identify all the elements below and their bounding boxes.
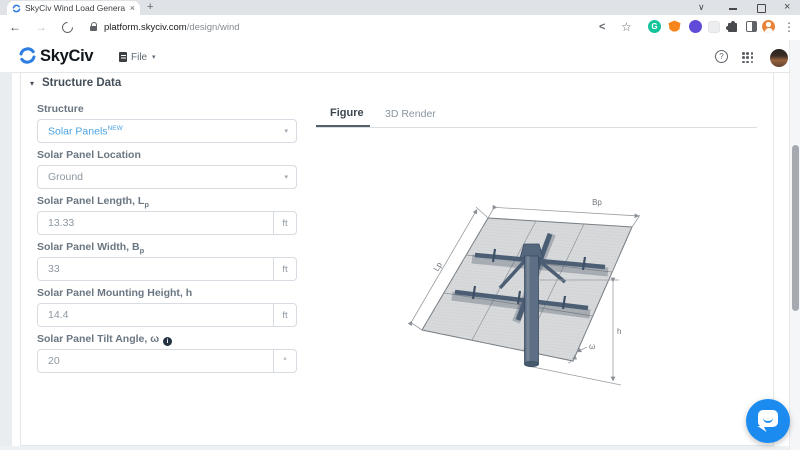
bookmark-star-icon[interactable]: ☆ xyxy=(621,21,632,34)
section-collapse-icon[interactable]: ▾ xyxy=(30,79,34,88)
length-input-group: ft xyxy=(37,211,297,235)
logo-text[interactable]: SkyCiv xyxy=(40,47,94,66)
browser-tab[interactable]: SkyCiv Wind Load Genera × xyxy=(7,1,140,15)
apps-grid-icon[interactable] xyxy=(742,52,754,64)
browser-profile-avatar[interactable] xyxy=(762,20,775,33)
length-input[interactable] xyxy=(38,212,273,234)
url-host: platform.skyciv.com xyxy=(104,22,187,33)
width-input[interactable] xyxy=(38,258,273,280)
window-close-icon[interactable]: × xyxy=(784,1,790,14)
tab-figure[interactable]: Figure xyxy=(330,107,364,119)
location-select-value: Ground xyxy=(48,171,84,183)
forward-icon[interactable]: → xyxy=(35,20,47,34)
window-restore-icon[interactable] xyxy=(757,4,766,13)
height-input-group: ft xyxy=(37,303,297,327)
extensions-puzzle-icon[interactable] xyxy=(726,21,737,32)
share-icon[interactable]: < xyxy=(599,21,605,34)
window-menu-icon[interactable]: ∨ xyxy=(698,1,705,14)
height-input[interactable] xyxy=(38,304,273,326)
new-badge: NEW xyxy=(107,124,123,132)
grammarly-extension-icon[interactable]: G xyxy=(648,20,661,33)
field-label-structure: Structure xyxy=(37,103,84,115)
tab-close-icon[interactable]: × xyxy=(130,3,135,13)
back-icon[interactable]: ← xyxy=(9,20,21,34)
skyciv-logo-icon[interactable] xyxy=(18,46,37,65)
field-label-height: Solar Panel Mounting Height, h xyxy=(37,287,193,299)
user-avatar[interactable] xyxy=(770,49,788,67)
tilt-input[interactable] xyxy=(38,350,273,372)
dim-label-bp: Bp xyxy=(592,198,602,207)
location-select[interactable]: Ground ▾ xyxy=(37,165,297,189)
url-bar[interactable]: platform.skyciv.com/design/wind xyxy=(104,22,240,33)
chat-button[interactable] xyxy=(746,399,790,443)
url-path: /design/wind xyxy=(186,22,240,33)
file-menu[interactable]: File xyxy=(131,52,147,63)
field-label-tilt: Solar Panel Tilt Angle, ωi xyxy=(37,333,173,346)
field-label-location: Solar Panel Location xyxy=(37,149,141,161)
new-tab-button[interactable]: + xyxy=(147,1,153,14)
tab-3d-render[interactable]: 3D Render xyxy=(385,108,436,120)
solar-panel-figure: Bp Lp h ω xyxy=(407,198,641,386)
field-label-width: Solar Panel Width, Bp xyxy=(37,241,145,256)
height-unit: ft xyxy=(273,304,296,326)
skyciv-favicon-icon xyxy=(12,4,21,12)
tilt-input-group: ° xyxy=(37,349,297,373)
left-gutter xyxy=(0,72,12,450)
help-button[interactable]: ? xyxy=(715,50,728,63)
tilt-unit: ° xyxy=(273,350,296,372)
browser-menu-icon[interactable]: ⋮ xyxy=(783,21,795,34)
chevron-down-icon: ▾ xyxy=(284,128,288,135)
tab-title: SkyCiv Wind Load Genera xyxy=(25,3,126,13)
length-unit: ft xyxy=(273,212,296,234)
disabled-extension-icon[interactable] xyxy=(708,21,720,33)
file-doc-icon xyxy=(119,52,127,62)
lock-icon[interactable] xyxy=(90,22,97,31)
purple-extension-icon[interactable] xyxy=(689,20,702,33)
field-label-length: Solar Panel Length, Lp xyxy=(37,195,149,210)
structure-select[interactable]: Solar PanelsNEW ▾ xyxy=(37,119,297,143)
dim-label-h: h xyxy=(617,327,621,336)
dim-label-omega: ω xyxy=(589,342,595,351)
reader-mode-icon[interactable] xyxy=(746,21,757,32)
width-unit: ft xyxy=(273,258,296,280)
scrollbar-thumb[interactable] xyxy=(791,145,799,311)
browser-tab-strip: SkyCiv Wind Load Genera × + ∨ × xyxy=(0,0,800,15)
chevron-down-icon: ▾ xyxy=(284,174,288,181)
screen: SkyCiv Wind Load Genera × + ∨ × ← → plat… xyxy=(0,0,800,450)
bottom-gutter xyxy=(0,446,789,450)
structure-select-value: Solar PanelsNEW xyxy=(48,124,123,138)
info-icon[interactable]: i xyxy=(163,337,173,346)
tab-divider xyxy=(316,127,757,128)
dim-label-lp: Lp xyxy=(432,260,445,273)
width-input-group: ft xyxy=(37,257,297,281)
window-minimize-icon[interactable] xyxy=(729,8,737,10)
file-caret-icon: ▾ xyxy=(152,54,156,61)
section-title[interactable]: Structure Data xyxy=(42,77,121,89)
